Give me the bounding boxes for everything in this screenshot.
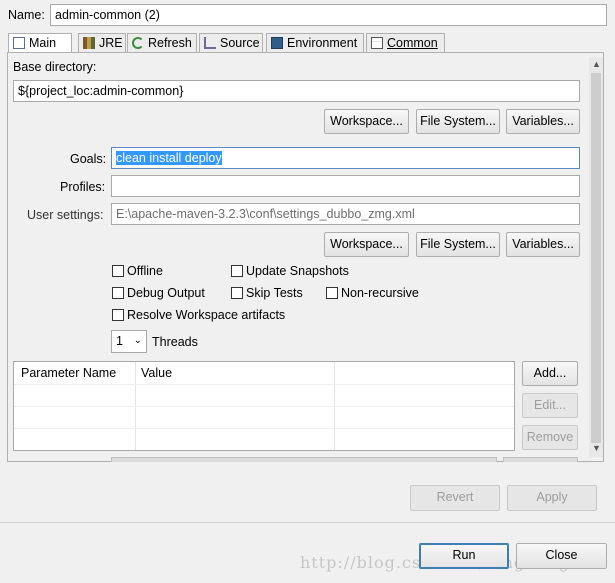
debug-output-checkbox[interactable] xyxy=(112,287,124,299)
divider xyxy=(0,522,615,523)
tab-refresh[interactable]: Refresh xyxy=(127,33,197,52)
variables-button-2[interactable]: Variables... xyxy=(506,232,580,257)
run-button[interactable]: Run xyxy=(419,543,509,569)
threads-select[interactable]: 1 ⌄ xyxy=(111,330,147,353)
user-settings-input[interactable]: E:\apache-maven-3.2.3\conf\settings_dubb… xyxy=(111,203,580,225)
goals-input[interactable]: clean install deploy xyxy=(111,147,580,169)
tab-main[interactable]: Main xyxy=(8,33,72,53)
remove-parameter-button[interactable]: Remove xyxy=(522,425,578,450)
library-icon xyxy=(83,37,95,49)
tab-common[interactable]: Common xyxy=(366,33,445,52)
update-snapshots-label: Update Snapshots xyxy=(246,264,349,278)
hidden-field-partial xyxy=(111,457,497,462)
resolve-workspace-label: Resolve Workspace artifacts xyxy=(127,308,286,322)
tab-refresh-label: Refresh xyxy=(148,36,192,50)
name-label: Name: xyxy=(8,8,45,22)
file-system-button[interactable]: File System... xyxy=(416,109,500,134)
profiles-label: Profiles: xyxy=(60,180,106,194)
tab-common-label: Common xyxy=(387,36,438,50)
resolve-workspace-checkbox[interactable] xyxy=(112,309,124,321)
non-recursive-label: Non-recursive xyxy=(341,286,419,300)
threads-label: Threads xyxy=(152,335,198,349)
tab-environment[interactable]: Environment xyxy=(266,33,364,52)
refresh-icon xyxy=(132,37,144,49)
workspace-button[interactable]: Workspace... xyxy=(324,109,409,134)
offline-label: Offline xyxy=(127,264,163,278)
base-directory-input[interactable]: ${project_loc:admin-common} xyxy=(13,80,580,102)
close-button[interactable]: Close xyxy=(516,543,607,569)
goals-label: Goals: xyxy=(70,152,107,166)
tab-jre-label: JRE xyxy=(99,36,123,50)
source-icon xyxy=(204,37,216,49)
profiles-input[interactable] xyxy=(111,175,580,197)
name-input[interactable]: admin-common (2) xyxy=(50,4,607,26)
file-system-button-2[interactable]: File System... xyxy=(416,232,500,257)
workspace-button-2[interactable]: Workspace... xyxy=(324,232,409,257)
add-parameter-button[interactable]: Add... xyxy=(522,361,578,386)
scroll-down-icon[interactable]: ▼ xyxy=(592,443,601,453)
non-recursive-checkbox[interactable] xyxy=(326,287,338,299)
variables-button[interactable]: Variables... xyxy=(506,109,580,134)
column-header-value[interactable]: Value xyxy=(141,366,172,380)
skip-tests-label: Skip Tests xyxy=(246,286,303,300)
goals-selected-text: clean install deploy xyxy=(116,151,222,165)
offline-checkbox[interactable] xyxy=(112,265,124,277)
revert-button[interactable]: Revert xyxy=(410,485,500,511)
skip-tests-checkbox[interactable] xyxy=(231,287,243,299)
chevron-down-icon: ⌄ xyxy=(133,335,142,346)
tab-environment-label: Environment xyxy=(287,36,358,50)
threads-value: 1 xyxy=(116,334,123,348)
parameters-table[interactable]: Parameter Name Value xyxy=(13,361,515,451)
hidden-button-partial xyxy=(503,457,578,462)
apply-button[interactable]: Apply xyxy=(507,485,597,511)
column-header-parameter-name[interactable]: Parameter Name xyxy=(21,366,116,380)
user-settings-label: User settings: xyxy=(27,208,104,222)
update-snapshots-checkbox[interactable] xyxy=(231,265,243,277)
tab-source-label: Source xyxy=(220,36,260,50)
environment-icon xyxy=(271,37,283,49)
scroll-up-icon[interactable]: ▲ xyxy=(592,59,601,69)
common-icon xyxy=(371,37,383,49)
tab-main-label: Main xyxy=(29,36,57,50)
vertical-scrollbar[interactable]: ▲ ▼ xyxy=(589,57,603,457)
base-directory-label: Base directory: xyxy=(13,60,97,74)
edit-parameter-button[interactable]: Edit... xyxy=(522,393,578,418)
document-icon xyxy=(13,37,25,49)
scrollbar-thumb[interactable] xyxy=(591,73,601,443)
debug-output-label: Debug Output xyxy=(127,286,205,300)
tab-jre[interactable]: JRE xyxy=(78,33,126,52)
tab-source[interactable]: Source xyxy=(199,33,263,52)
